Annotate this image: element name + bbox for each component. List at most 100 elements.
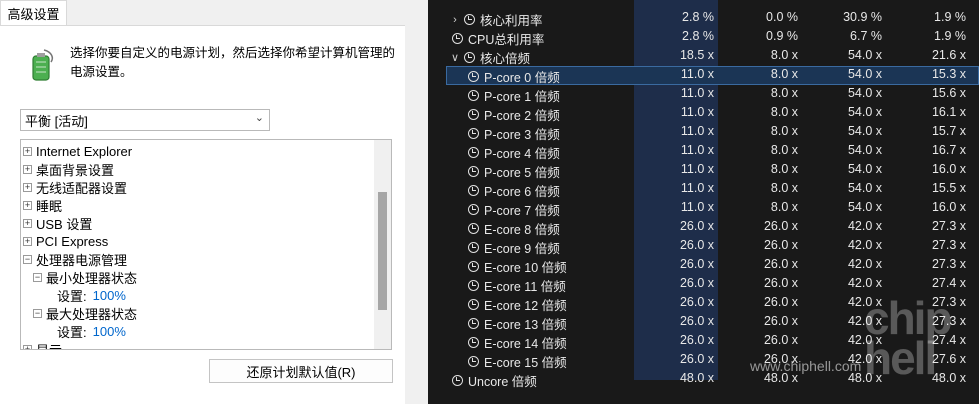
expand-icon[interactable]: + [23, 236, 32, 246]
sensor-row[interactable]: ∨ 核心倍频 18.5 x 8.0 x 54.0 x 21.6 x [428, 47, 979, 66]
sensor-min-value: 8.0 x [770, 124, 798, 138]
sensor-name: 核心利用率 [480, 14, 543, 28]
clock-sensor-icon [452, 33, 463, 44]
expand-icon[interactable]: + [23, 146, 32, 156]
sensor-row[interactable]: E-core 8 倍频 26.0 x 26.0 x 42.0 x 27.3 x [428, 218, 979, 237]
sensor-current-value: 26.0 x [679, 238, 714, 252]
expand-icon[interactable]: + [23, 182, 32, 192]
sensor-min-value: 8.0 x [770, 162, 798, 176]
sensor-avg-value: 15.5 x [931, 181, 966, 195]
sensor-row[interactable]: E-core 10 倍频 26.0 x 26.0 x 42.0 x 27.3 x [428, 256, 979, 275]
sensor-name: E-core 13 倍频 [484, 318, 567, 332]
sensor-name: P-core 6 倍频 [484, 185, 560, 199]
sensor-row[interactable]: P-core 2 倍频 11.0 x 8.0 x 54.0 x 16.1 x [428, 104, 979, 123]
sensor-avg-value: 15.3 x [931, 67, 966, 81]
sensor-name: P-core 2 倍频 [484, 109, 560, 123]
tree-scrollbar[interactable] [374, 140, 391, 349]
sensor-row[interactable]: E-core 9 倍频 26.0 x 26.0 x 42.0 x 27.3 x [428, 237, 979, 256]
tree-node-label: 显示 [36, 342, 63, 350]
tree-node-label: 桌面背景设置 [36, 162, 115, 178]
sensor-row[interactable]: P-core 3 倍频 11.0 x 8.0 x 54.0 x 15.7 x [428, 123, 979, 142]
tree-node[interactable]: 设置: 100% [57, 286, 126, 304]
tree-node[interactable]: + 桌面背景设置 [23, 160, 114, 178]
tree-node-label: 睡眠 [36, 198, 63, 214]
tree-node-label: 设置: [57, 324, 87, 340]
sensor-min-value: 8.0 x [770, 200, 798, 214]
tree-node[interactable]: + 睡眠 [23, 196, 62, 214]
sensor-current-value: 11.0 x [680, 143, 714, 157]
expand-icon[interactable]: + [23, 218, 32, 228]
sensor-min-value: 26.0 x [763, 333, 798, 347]
sensor-row[interactable]: P-core 1 倍频 11.0 x 8.0 x 54.0 x 15.6 x [428, 85, 979, 104]
clock-sensor-icon [468, 147, 479, 158]
clock-sensor-icon [468, 242, 479, 253]
window-gap [405, 0, 428, 404]
power-plan-select[interactable]: 平衡 [活动] ⌄ [20, 109, 270, 131]
tree-node[interactable]: − 最大处理器状态 [33, 304, 137, 322]
tree-scrollbar-thumb[interactable] [378, 192, 387, 310]
sensor-max-value: 54.0 x [847, 162, 882, 176]
sensor-current-value: 26.0 x [679, 219, 714, 233]
expand-icon[interactable]: + [23, 344, 32, 349]
sensor-max-value: 42.0 x [847, 276, 882, 290]
sensor-row[interactable]: › 核心利用率 2.8 % 0.0 % 30.9 % 1.9 % [428, 9, 979, 28]
setting-value-link[interactable]: 100% [93, 288, 126, 303]
sensor-avg-value: 27.3 x [931, 238, 966, 252]
expand-chevron-icon[interactable]: › [450, 14, 460, 26]
sensor-row[interactable]: P-core 5 倍频 11.0 x 8.0 x 54.0 x 16.0 x [428, 161, 979, 180]
sensor-row[interactable]: P-core 6 倍频 11.0 x 8.0 x 54.0 x 15.5 x [428, 180, 979, 199]
sensor-min-value: 26.0 x [763, 276, 798, 290]
sensor-row[interactable]: P-core 7 倍频 11.0 x 8.0 x 54.0 x 16.0 x [428, 199, 979, 218]
dialog-description: 选择你要自定义的电源计划，然后选择你希望计算机管理的电源设置。 [70, 46, 396, 79]
tree-node[interactable]: 设置: 100% [57, 322, 126, 340]
sensor-avg-value: 16.0 x [931, 162, 966, 176]
sensor-row[interactable]: CPU总利用率 2.8 % 0.9 % 6.7 % 1.9 % [428, 28, 979, 47]
clock-sensor-icon [468, 337, 479, 348]
sensor-row[interactable]: P-core 0 倍频 11.0 x 8.0 x 54.0 x 15.3 x [428, 66, 979, 85]
sensor-row[interactable]: P-core 4 倍频 11.0 x 8.0 x 54.0 x 16.7 x [428, 142, 979, 161]
sensor-current-value: 2.8 % [682, 29, 714, 43]
sensor-min-value: 8.0 x [770, 143, 798, 157]
sensor-max-value: 54.0 x [847, 67, 882, 81]
tree-node[interactable]: + 显示 [23, 340, 63, 350]
sensor-name: CPU总利用率 [468, 33, 545, 47]
tree-node-label: 设置: [57, 288, 87, 304]
collapse-icon[interactable]: − [33, 308, 42, 318]
expand-icon[interactable]: + [23, 164, 32, 174]
sensor-avg-value: 1.9 % [934, 29, 966, 43]
expand-icon[interactable]: + [23, 200, 32, 210]
tree-node[interactable]: − 处理器电源管理 [23, 250, 127, 268]
power-options-dialog: 高级设置 选择你要自定义的电源计划，然后选择你希望计算机管理的电源设置。 平衡 … [0, 0, 405, 404]
collapse-icon[interactable]: − [23, 254, 32, 264]
tree-node-label: 处理器电源管理 [36, 252, 128, 268]
collapse-icon[interactable]: − [33, 272, 42, 282]
collapse-chevron-icon[interactable]: ∨ [450, 51, 460, 64]
tree-node[interactable]: − 最小处理器状态 [33, 268, 137, 286]
sensor-max-value: 54.0 x [847, 86, 882, 100]
tree-node[interactable]: + Internet Explorer [23, 142, 132, 160]
sensor-name: Uncore 倍频 [468, 375, 537, 389]
tree-node-label: Internet Explorer [36, 143, 133, 159]
tree-node[interactable]: + USB 设置 [23, 214, 92, 232]
chiphell-watermark-logo: chip hell [864, 292, 953, 384]
sensor-min-value: 26.0 x [763, 219, 798, 233]
sensor-max-value: 42.0 x [847, 219, 882, 233]
sensor-current-value: 11.0 x [680, 181, 714, 195]
sensor-avg-value: 27.3 x [931, 257, 966, 271]
tree-node[interactable]: + PCI Express [23, 232, 108, 250]
sensor-name: E-core 10 倍频 [484, 261, 567, 275]
tab-advanced-settings[interactable]: 高级设置 [0, 0, 67, 26]
clock-sensor-icon [468, 280, 479, 291]
tree-node-label: 最大处理器状态 [46, 306, 138, 322]
tree-node-label: PCI Express [36, 233, 109, 249]
power-plan-select-value: 平衡 [活动] [25, 113, 88, 129]
power-settings-tree[interactable]: + Internet Explorer + 桌面背景设置 + 无线适配器设置 + 睡眠 + USB… [20, 139, 392, 350]
sensor-avg-value: 16.1 x [931, 105, 966, 119]
setting-value-link[interactable]: 100% [93, 324, 126, 339]
clock-sensor-icon [468, 128, 479, 139]
sensor-name: P-core 1 倍频 [484, 90, 560, 104]
restore-plan-defaults-button[interactable]: 还原计划默认值(R) [209, 359, 393, 383]
tree-node[interactable]: + 无线适配器设置 [23, 178, 127, 196]
clock-sensor-icon [468, 109, 479, 120]
clock-sensor-icon [468, 261, 479, 272]
